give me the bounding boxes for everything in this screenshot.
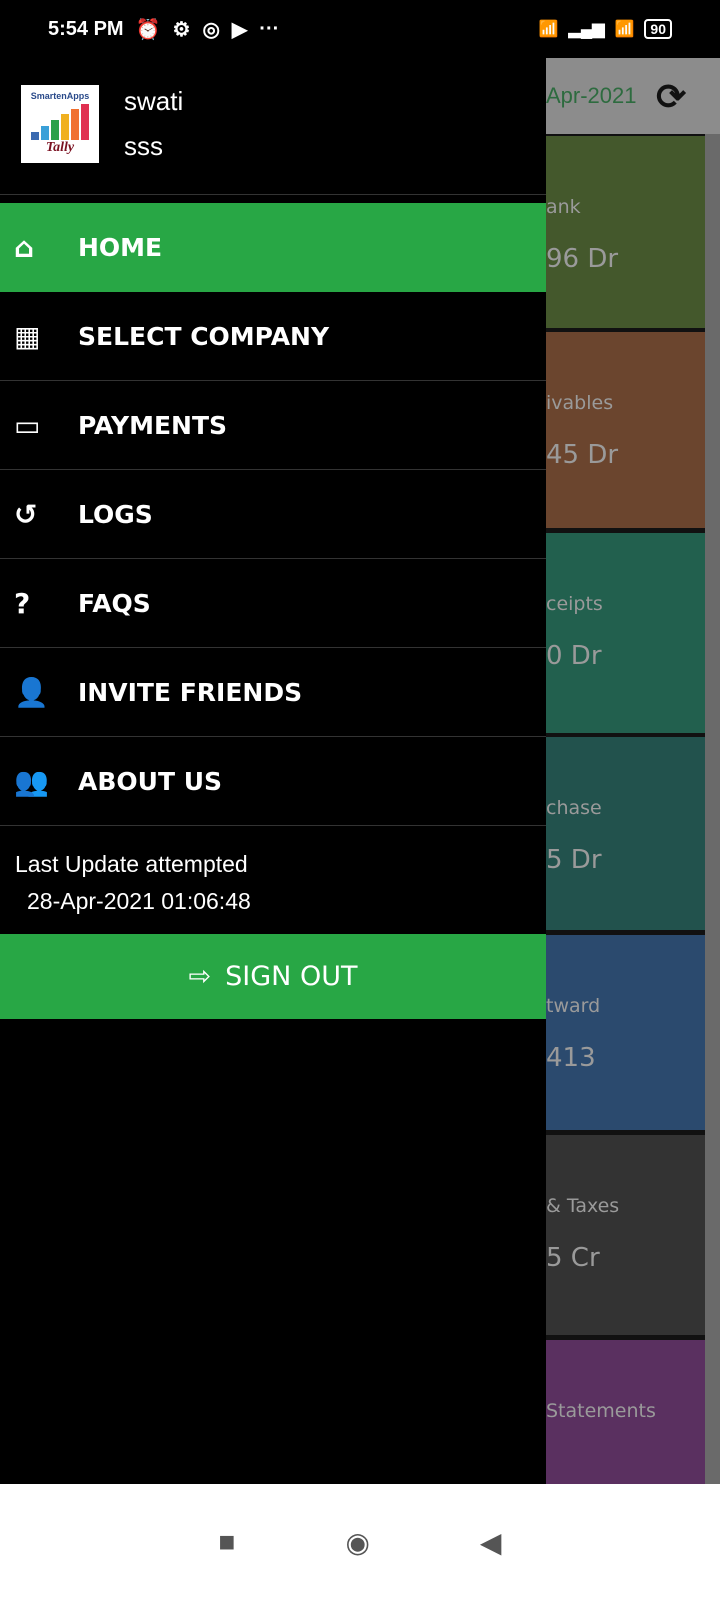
tile-label: Statements bbox=[546, 1400, 656, 1422]
refresh-icon: ⟳ bbox=[656, 76, 687, 117]
tile-label: ivables bbox=[546, 392, 614, 414]
menu-invite-friends[interactable]: 👤 INVITE FRIENDS bbox=[0, 648, 546, 737]
signal-icon: ▂▄▆ bbox=[568, 21, 605, 38]
wifi2-icon: 📶 bbox=[614, 21, 635, 38]
back-button[interactable]: ◀ bbox=[480, 1526, 502, 1559]
wifi-icon: 📶 bbox=[538, 21, 559, 38]
menu-label: LOGS bbox=[78, 499, 153, 529]
tile-label: chase bbox=[546, 797, 602, 819]
dashboard-tile: ceipts 0 Dr bbox=[546, 533, 705, 733]
settings-icon: ⚙ bbox=[172, 18, 191, 41]
status-bar: 5:54 PM ⏰ ⚙ ◎ ▶ ··· 📶 ▂▄▆ 📶 90 bbox=[0, 0, 720, 58]
last-update-value: 28-Apr-2021 01:06:48 bbox=[27, 888, 251, 914]
tile-value: 45 Dr bbox=[546, 440, 619, 470]
dashboard-tile: chase 5 Dr bbox=[546, 737, 705, 930]
navigation-drawer: SmartenApps Tally swati sss ⌂ HOME ▦ SELEC… bbox=[0, 58, 546, 1484]
sign-out-label: SIGN OUT bbox=[225, 961, 358, 992]
youtube-icon: ▶ bbox=[231, 18, 248, 41]
whatsapp-icon: ◎ bbox=[202, 18, 220, 41]
battery-icon: 90 bbox=[644, 19, 672, 39]
menu-label: ABOUT US bbox=[78, 766, 223, 796]
drawer-header: SmartenApps Tally swati sss bbox=[0, 58, 546, 195]
dashboard-tile: ank 96 Dr bbox=[546, 136, 705, 328]
home-button[interactable]: ◉ bbox=[345, 1526, 369, 1559]
menu-label: FAQS bbox=[78, 588, 151, 618]
clock: 5:54 PM bbox=[48, 17, 124, 40]
users-icon: 👥 bbox=[14, 764, 49, 798]
more-icon: ··· bbox=[259, 17, 280, 40]
tile-label: ank bbox=[546, 196, 581, 218]
menu-label: SELECT COMPANY bbox=[78, 321, 330, 351]
menu-about-us[interactable]: 👥 ABOUT US bbox=[0, 737, 546, 826]
sign-out-button[interactable]: ⇨ SIGN OUT bbox=[0, 934, 546, 1019]
user-plus-icon: 👤 bbox=[14, 675, 49, 709]
menu-label: PAYMENTS bbox=[78, 410, 228, 440]
company-name: sss bbox=[124, 131, 163, 161]
background-dashboard: Apr-2021 ⟳ ank 96 Dr ivables 45 Dr ceipts 0 D… bbox=[546, 58, 720, 1484]
money-icon: ▭ bbox=[14, 408, 41, 442]
tile-value: 5 Dr bbox=[546, 845, 602, 875]
menu-payments[interactable]: ▭ PAYMENTS bbox=[0, 381, 546, 470]
last-update-label: Last Update attempted bbox=[15, 851, 248, 877]
app-logo: SmartenApps Tally bbox=[21, 85, 99, 163]
dashboard-tile: Statements bbox=[546, 1340, 705, 1484]
sign-out-icon: ⇨ bbox=[188, 961, 212, 992]
menu-logs[interactable]: ↺ LOGS bbox=[0, 470, 546, 559]
recents-button[interactable]: ■ bbox=[219, 1526, 236, 1558]
last-update: Last Update attempted 28-Apr-2021 01:06:4… bbox=[0, 826, 546, 934]
date-label: Apr-2021 bbox=[546, 83, 637, 108]
building-icon: ▦ bbox=[14, 319, 41, 353]
tile-label: ceipts bbox=[546, 593, 603, 615]
question-icon: ? bbox=[14, 586, 31, 620]
user-name: swati bbox=[124, 86, 184, 116]
system-nav-bar: ■ ◉ ◀ bbox=[0, 1484, 720, 1600]
menu-label: INVITE FRIENDS bbox=[78, 677, 303, 707]
menu-select-company[interactable]: ▦ SELECT COMPANY bbox=[0, 292, 546, 381]
background-header: Apr-2021 bbox=[546, 58, 720, 134]
dashboard-tile: ivables 45 Dr bbox=[546, 332, 705, 528]
tile-value: 413 bbox=[546, 1043, 596, 1073]
menu-home[interactable]: ⌂ HOME bbox=[0, 203, 546, 292]
tile-label: & Taxes bbox=[546, 1195, 620, 1217]
alarm-icon: ⏰ bbox=[135, 18, 161, 41]
menu-faqs[interactable]: ? FAQS bbox=[0, 559, 546, 648]
menu-label: HOME bbox=[78, 233, 163, 262]
dashboard-tile: tward 413 bbox=[546, 935, 705, 1130]
tile-value: 5 Cr bbox=[546, 1243, 600, 1273]
tile-label: tward bbox=[546, 995, 601, 1017]
tile-value: 96 Dr bbox=[546, 244, 619, 274]
dashboard-tile: & Taxes 5 Cr bbox=[546, 1135, 705, 1335]
tile-value: 0 Dr bbox=[546, 641, 602, 671]
history-icon: ↺ bbox=[14, 497, 38, 531]
home-icon: ⌂ bbox=[14, 231, 35, 264]
